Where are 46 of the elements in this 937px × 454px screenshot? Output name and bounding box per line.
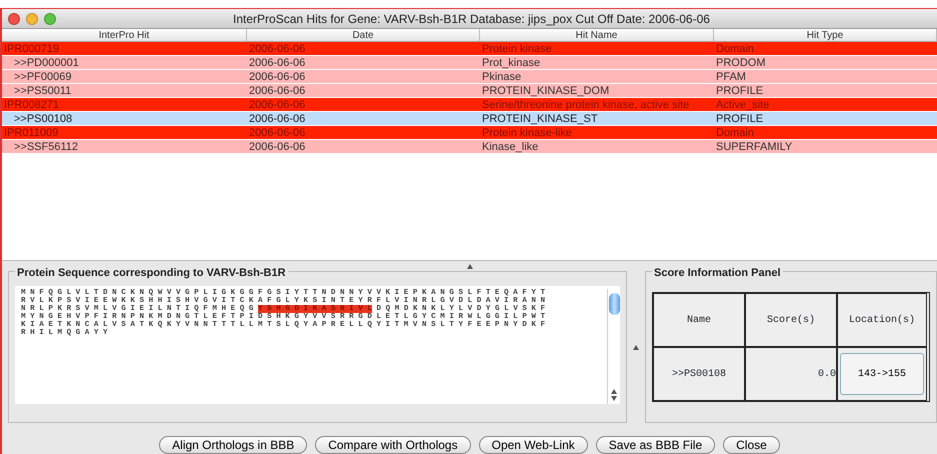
panel-title: Protein Sequence corresponding to VARV-Bsh-B1R — [15, 265, 288, 282]
scrollbar[interactable] — [607, 289, 620, 404]
action-button[interactable]: Compare with Orthologs — [315, 436, 471, 454]
column-header: Name — [653, 293, 745, 347]
location-button[interactable]: 143->155 — [840, 353, 924, 395]
table-cell[interactable]: PROTEIN_KINASE_DOM — [480, 84, 714, 98]
table-cell: 0.0 — [745, 347, 837, 401]
table-cell[interactable]: >>PS00108 — [2, 112, 247, 126]
scroll-up-icon[interactable] — [611, 388, 617, 394]
window-title: InterProScan Hits for Gene: VARV-Bsh-B1R Database: jips_pox Cut Off Date: 2006-06-06 — [232, 10, 711, 28]
column-header[interactable]: Date — [247, 29, 480, 42]
action-button[interactable]: Close — [723, 436, 780, 454]
splitter-arrow-icon[interactable] — [466, 264, 472, 268]
scroll-down-icon[interactable] — [611, 396, 617, 402]
table-cell[interactable]: >>PS50011 — [2, 84, 247, 98]
table-cell[interactable]: 2006-06-06 — [247, 70, 480, 84]
column-header: Score(s) — [745, 293, 837, 347]
minimize-button[interactable] — [26, 12, 38, 24]
splitter-arrow-icon[interactable] — [633, 344, 639, 350]
table-cell[interactable]: PROFILE — [714, 112, 937, 126]
table-cell[interactable]: >>PF00069 — [2, 70, 247, 84]
table-cell: >>PS00108 — [653, 347, 745, 401]
table-cell[interactable]: PROFILE — [714, 84, 937, 98]
zoom-button[interactable] — [44, 12, 56, 24]
close-button[interactable] — [8, 12, 20, 24]
action-button[interactable]: Align Orthologs in BBB — [159, 436, 308, 454]
table-cell[interactable]: PFAM — [714, 70, 937, 84]
column-header: Location(s) — [837, 293, 927, 347]
column-header[interactable]: Hit Type — [714, 29, 937, 42]
scroll-thumb[interactable] — [608, 293, 620, 315]
table-cell[interactable]: PRODOM — [714, 56, 937, 70]
table-cell[interactable]: >>PD000001 — [2, 56, 247, 70]
table-cell[interactable]: Prot_kinase — [480, 56, 714, 70]
table-cell[interactable]: 2006-06-06 — [247, 112, 480, 126]
table-cell[interactable]: SUPERFAMILY — [714, 140, 937, 154]
table-cell[interactable]: PROTEIN_KINASE_ST — [480, 112, 714, 126]
table-cell[interactable]: Pkinase — [480, 70, 714, 84]
table-cell[interactable]: 2006-06-06 — [247, 56, 480, 70]
action-button[interactable]: Save as BBB File — [596, 436, 716, 454]
table-cell[interactable]: 2006-06-06 — [247, 84, 480, 98]
column-header[interactable]: InterPro Hit — [2, 29, 247, 42]
column-header[interactable]: Hit Name — [480, 29, 714, 42]
action-button[interactable]: Open Web-Link — [478, 436, 588, 454]
table-cell[interactable]: Kinase_like — [480, 140, 714, 154]
table-cell[interactable]: 2006-06-06 — [247, 140, 480, 154]
table-cell[interactable]: >>SSF56112 — [2, 140, 247, 154]
